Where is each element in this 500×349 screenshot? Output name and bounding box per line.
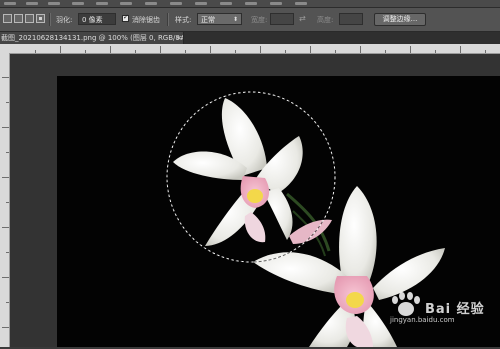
menu-item[interactable] — [2, 0, 20, 7]
ruler-ticks — [2, 77, 9, 328]
menu-item[interactable] — [168, 0, 186, 7]
refine-edge-button[interactable]: 调整边缘... — [374, 13, 426, 26]
antialias-label: 消除锯齿 — [132, 16, 160, 24]
vertical-ruler — [0, 53, 10, 347]
menu-bar — [0, 0, 500, 8]
new-selection-icon[interactable] — [3, 14, 12, 23]
add-to-selection-icon[interactable] — [14, 14, 23, 23]
width-input[interactable] — [270, 13, 294, 25]
menu-item[interactable] — [293, 0, 311, 7]
menu-item[interactable] — [243, 0, 261, 7]
intersect-selection-icon[interactable] — [36, 14, 45, 23]
width-label: 宽度: — [251, 16, 268, 24]
document-tab[interactable]: 截图_20210628134131.png @ 100% (图层 0, RGB/… — [0, 32, 184, 44]
height-input[interactable] — [339, 13, 363, 25]
separator — [167, 13, 169, 26]
antialias-checkbox[interactable] — [122, 13, 129, 22]
paw-logo-icon — [392, 292, 420, 316]
menu-item[interactable] — [24, 0, 42, 7]
menu-item[interactable] — [193, 0, 211, 7]
menu-item[interactable] — [218, 0, 236, 7]
horizontal-ruler — [0, 44, 500, 54]
options-bar: 羽化: 0 像素 消除锯齿 样式: 正常 ⬍ 宽度: ⇄ 高度: 调整边缘... — [0, 8, 500, 32]
menu-item[interactable] — [70, 0, 88, 7]
style-label: 样式: — [175, 16, 192, 24]
upper-orchid — [173, 98, 332, 246]
style-select-value: 正常 — [201, 16, 215, 24]
watermark-brand: Bai 经验 — [425, 302, 485, 317]
document-tab-bar: 截图_20210628134131.png @ 100% (图层 0, RGB/… — [0, 32, 500, 44]
menu-item[interactable] — [143, 0, 161, 7]
watermark-url: jingyan.baidu.com — [390, 316, 455, 324]
subtract-selection-icon[interactable] — [25, 14, 34, 23]
swap-icon[interactable]: ⇄ — [299, 14, 306, 23]
chevron-down-icon: ⬍ — [232, 16, 238, 23]
feather-input[interactable]: 0 像素 — [78, 13, 116, 25]
ruler-ticks — [35, 46, 486, 53]
menu-item[interactable] — [268, 0, 286, 7]
separator — [49, 13, 51, 26]
menu-item[interactable] — [118, 0, 136, 7]
feather-label: 羽化: — [56, 16, 73, 24]
menu-item[interactable] — [94, 0, 112, 7]
style-select[interactable]: 正常 ⬍ — [197, 13, 242, 25]
height-label: 高度: — [317, 16, 334, 24]
document-tab-title: 截图_20210628134131.png @ 100% (图层 0, RGB/… — [1, 34, 184, 42]
baidu-jingyan-watermark: Bai 经验 jingyan.baidu.com — [384, 292, 500, 328]
close-icon[interactable]: × — [176, 34, 182, 42]
menu-item[interactable] — [46, 0, 64, 7]
